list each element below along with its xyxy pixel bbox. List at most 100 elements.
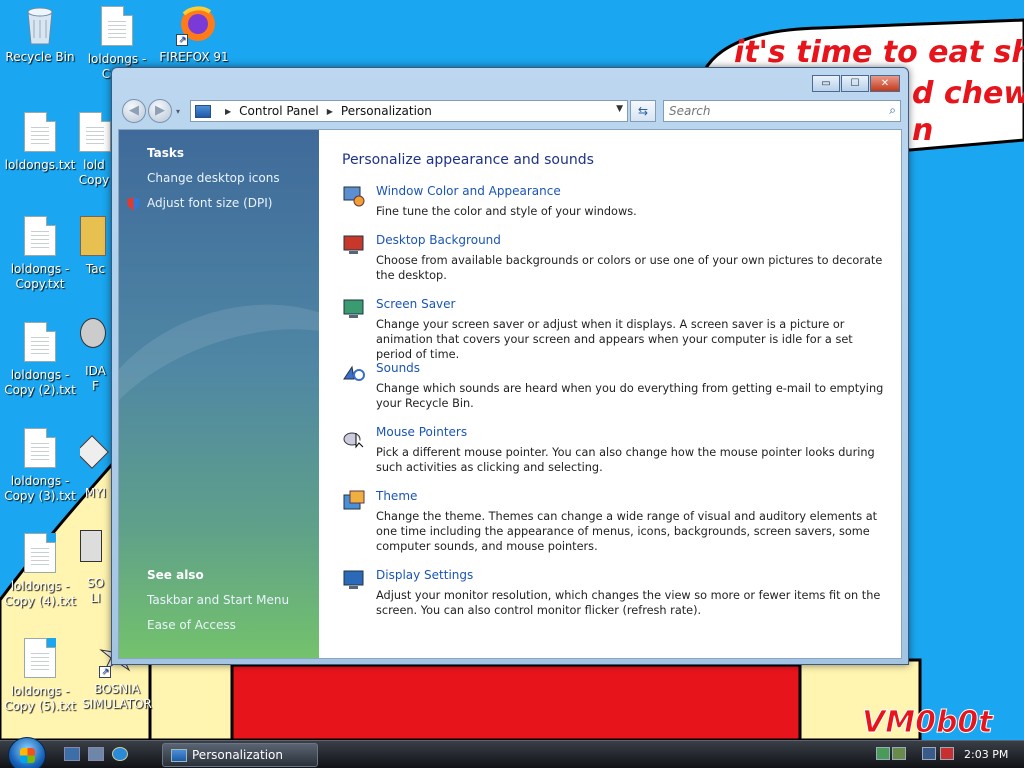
desktop-background-icon: [343, 235, 364, 254]
taskbar-clock[interactable]: 2:03 PM: [964, 748, 1008, 761]
wallpaper-text-line-2: d chew: [912, 76, 1024, 111]
option-link[interactable]: Window Color and Appearance: [376, 184, 561, 198]
text-file-icon: [22, 428, 58, 470]
taskbar-button-label: Personalization: [192, 748, 283, 762]
desktop-icon-label: Tac: [85, 262, 106, 276]
text-file-icon: [22, 322, 58, 364]
volume-muted-icon[interactable]: [940, 747, 954, 760]
option-description: Pick a different mouse pointer. You can …: [376, 446, 875, 474]
desktop-icon-label: BOSNIA SIMULATOR: [82, 682, 152, 711]
desktop-icon-file[interactable]: loldongs - Copy.txt: [0, 216, 80, 292]
task-pane-decoration: [119, 262, 319, 598]
search-input[interactable]: [664, 101, 874, 121]
close-button[interactable]: ✕: [870, 75, 900, 92]
breadcrumb-control-panel[interactable]: Control Panel: [239, 104, 319, 118]
mouse-pointer-icon: [343, 432, 364, 449]
desktop-icon-label: SO LI: [86, 576, 105, 605]
desktop-icon-label: IDA F: [85, 364, 106, 393]
text-file-icon: [22, 638, 58, 680]
theme-icon: [343, 490, 365, 510]
wallpaper-text-line-3: n: [912, 113, 933, 148]
task-link-change-desktop-icons[interactable]: Change desktop icons: [147, 171, 280, 185]
desktop-icon-file[interactable]: lold Copy: [77, 112, 111, 188]
navigation-bar: ◀ ▶ ▾ ▶ Control Panel ▶ Personalization …: [118, 98, 901, 124]
chevron-right-icon[interactable]: ▶: [225, 107, 231, 116]
show-desktop-icon[interactable]: [64, 747, 80, 761]
main-pane: Personalize appearance and sounds Window…: [319, 130, 901, 658]
desktop-icon-app[interactable]: MYI: [80, 434, 111, 501]
search-box[interactable]: ⌕: [663, 100, 901, 122]
see-also-link-ease-of-access[interactable]: Ease of Access: [147, 618, 236, 632]
desktop-icon-label: loldongs.txt: [4, 158, 76, 172]
option-link[interactable]: Display Settings: [376, 568, 473, 582]
desktop-icon-app[interactable]: SO LI: [80, 530, 111, 606]
desktop-icon-file[interactable]: loldongs - Copy (5).txt: [0, 638, 80, 714]
ida-icon: [80, 318, 111, 360]
option-link[interactable]: Theme: [376, 489, 417, 503]
window-color-icon: [343, 186, 365, 207]
tray-app-icon[interactable]: [892, 747, 906, 760]
internet-explorer-icon[interactable]: [112, 747, 128, 761]
search-icon[interactable]: ⌕: [889, 103, 896, 118]
uac-shield-icon: [127, 197, 140, 211]
window-controls: ▭ ☐ ✕: [812, 75, 900, 92]
see-also-heading: See also: [147, 568, 204, 582]
back-button[interactable]: ◀: [122, 99, 146, 123]
desktop-icon-file[interactable]: loldongs.txt: [0, 112, 80, 173]
desktop-icon-label: loldongs - Copy (4).txt: [4, 579, 76, 608]
taskbar: Personalization 2:03 PM: [0, 737, 1024, 768]
desktop-icon-label: MYI: [84, 486, 107, 500]
desktop-icon-app[interactable]: Tac: [80, 216, 111, 277]
option-link[interactable]: Screen Saver: [376, 297, 455, 311]
personalization-window[interactable]: ▭ ☐ ✕ ◀ ▶ ▾ ▶ Control Panel ▶ Personaliz…: [111, 67, 909, 665]
option-description: Change the theme. Themes can change a wi…: [376, 510, 878, 553]
switch-windows-icon[interactable]: [88, 747, 104, 761]
task-link-adjust-font-size[interactable]: Adjust font size (DPI): [147, 196, 272, 210]
taskbar-button-personalization[interactable]: Personalization: [162, 743, 318, 767]
network-icon[interactable]: [876, 747, 890, 760]
desktop-icon-label: FIREFOX 91: [159, 50, 229, 64]
desktop-icon-app[interactable]: IDA F: [80, 318, 111, 394]
desktop-icon-label: loldongs - Copy.txt: [10, 262, 70, 291]
desktop-icon-file[interactable]: loldongs - Copy (2).txt: [0, 322, 80, 398]
breadcrumb-personalization[interactable]: Personalization: [341, 104, 432, 118]
option-link[interactable]: Desktop Background: [376, 233, 501, 247]
desktop-icon-label: loldongs - Copy (3).txt: [4, 474, 76, 503]
desktop-icon-label: loldongs - Copy (2).txt: [4, 368, 76, 397]
minimize-button[interactable]: ▭: [812, 75, 840, 92]
network-status-icon[interactable]: [922, 747, 936, 760]
wallpaper-signature: VM0b0t: [862, 705, 994, 740]
sounds-icon: [343, 365, 365, 381]
see-also-link-taskbar[interactable]: Taskbar and Start Menu: [147, 593, 289, 607]
option-description: Change which sounds are heard when you d…: [376, 382, 884, 410]
maximize-button[interactable]: ☐: [841, 75, 869, 92]
task-pane: Tasks Change desktop icons Adjust font s…: [119, 130, 319, 658]
start-button[interactable]: [8, 737, 46, 768]
chevron-right-icon[interactable]: ▶: [327, 107, 333, 116]
text-file-icon: [22, 216, 58, 258]
option-link[interactable]: Mouse Pointers: [376, 425, 467, 439]
refresh-button[interactable]: ⇆: [630, 100, 656, 122]
forward-button[interactable]: ▶: [148, 99, 172, 123]
desktop-icon-recycle-bin[interactable]: Recycle Bin: [0, 4, 80, 65]
system-tray: 2:03 PM: [874, 745, 1022, 765]
option-link[interactable]: Sounds: [376, 361, 420, 375]
address-bar[interactable]: ▶ Control Panel ▶ Personalization ▼: [190, 100, 628, 122]
recent-pages-dropdown-icon[interactable]: ▾: [176, 107, 180, 116]
address-dropdown-icon[interactable]: ▼: [616, 104, 623, 114]
control-panel-icon: [171, 748, 187, 762]
shortcut-arrow-icon: ↗: [176, 34, 188, 46]
app-icon: [80, 435, 111, 482]
option-description: Choose from available backgrounds or col…: [376, 254, 883, 282]
recycle-bin-icon: [22, 4, 58, 46]
option-description: Change your screen saver or adjust when …: [376, 318, 853, 361]
window-content: Tasks Change desktop icons Adjust font s…: [118, 129, 902, 659]
option-description: Fine tune the color and style of your wi…: [376, 205, 637, 218]
desktop-icon-label: Recycle Bin: [5, 50, 75, 64]
option-description: Adjust your monitor resolution, which ch…: [376, 589, 881, 617]
desktop-icon-file[interactable]: loldongs - Copy (4).txt: [0, 533, 80, 609]
app-icon: [80, 530, 111, 572]
desktop-icon-firefox[interactable]: ↗ FIREFOX 91: [154, 4, 234, 65]
desktop-icon-label: lold Copy: [78, 158, 110, 187]
desktop-icon-file[interactable]: loldongs - Copy (3).txt: [0, 428, 80, 504]
